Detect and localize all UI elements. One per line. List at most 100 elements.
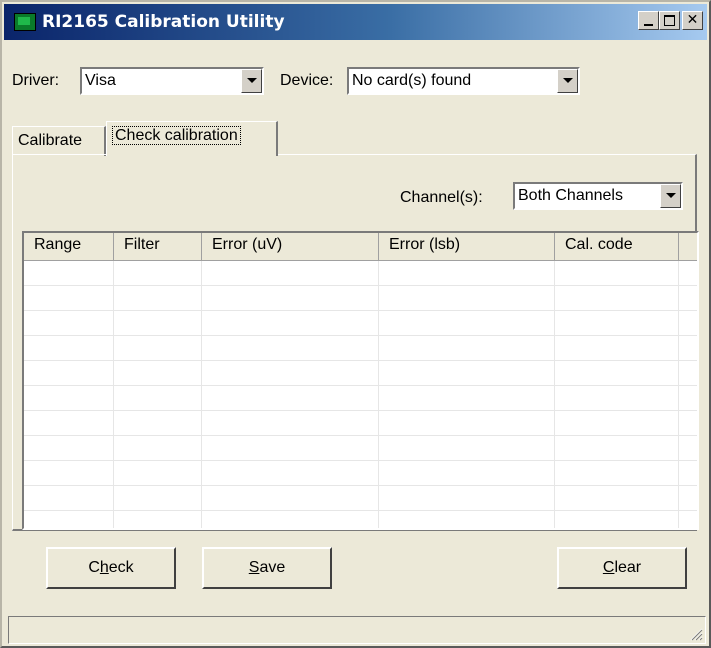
table-cell[interactable] (202, 511, 379, 528)
table-cell[interactable] (555, 411, 679, 436)
table-cell[interactable] (679, 436, 697, 461)
table-cell[interactable] (379, 411, 555, 436)
table-cell[interactable] (202, 261, 379, 286)
table-cell[interactable] (202, 436, 379, 461)
dropdown-arrow-icon[interactable] (660, 184, 681, 208)
table-cell[interactable] (24, 511, 114, 528)
table-cell[interactable] (202, 311, 379, 336)
table-cell[interactable] (24, 286, 114, 311)
table-cell[interactable] (555, 461, 679, 486)
table-cell[interactable] (379, 461, 555, 486)
table-cell[interactable] (555, 511, 679, 528)
table-cell[interactable] (114, 461, 202, 486)
close-button[interactable]: ✕ (682, 11, 703, 30)
column-header-error-uv[interactable]: Error (uV) (202, 233, 379, 261)
save-button-label-post: ave (259, 559, 286, 576)
table-cell[interactable] (114, 511, 202, 528)
table-cell[interactable] (379, 386, 555, 411)
table-cell[interactable] (24, 461, 114, 486)
minimize-button[interactable] (638, 11, 659, 30)
table-row[interactable] (24, 261, 697, 286)
table-cell[interactable] (379, 311, 555, 336)
table-cell[interactable] (202, 461, 379, 486)
table-cell[interactable] (555, 286, 679, 311)
table-cell[interactable] (114, 411, 202, 436)
table-cell[interactable] (114, 386, 202, 411)
table-cell[interactable] (24, 311, 114, 336)
table-cell[interactable] (679, 511, 697, 528)
table-cell[interactable] (114, 361, 202, 386)
table-row[interactable] (24, 486, 697, 511)
table-cell[interactable] (24, 261, 114, 286)
table-row[interactable] (24, 411, 697, 436)
table-cell[interactable] (555, 336, 679, 361)
table-cell[interactable] (379, 336, 555, 361)
table-cell[interactable] (379, 361, 555, 386)
table-row[interactable] (24, 286, 697, 311)
table-cell[interactable] (114, 336, 202, 361)
table-cell[interactable] (114, 261, 202, 286)
table-row[interactable] (24, 436, 697, 461)
dropdown-arrow-icon[interactable] (241, 69, 262, 93)
table-cell[interactable] (555, 361, 679, 386)
table-cell[interactable] (24, 436, 114, 461)
clear-button[interactable]: Clear (557, 547, 687, 589)
table-cell[interactable] (679, 386, 697, 411)
table-cell[interactable] (679, 486, 697, 511)
table-cell[interactable] (679, 286, 697, 311)
table-cell[interactable] (24, 361, 114, 386)
check-button[interactable]: Check (46, 547, 176, 589)
column-header-error-lsb[interactable]: Error (lsb) (379, 233, 555, 261)
table-cell[interactable] (679, 411, 697, 436)
table-cell[interactable] (679, 361, 697, 386)
dropdown-arrow-icon[interactable] (557, 69, 578, 93)
table-cell[interactable] (202, 336, 379, 361)
table-cell[interactable] (555, 436, 679, 461)
table-cell[interactable] (24, 486, 114, 511)
table-cell[interactable] (555, 386, 679, 411)
table-cell[interactable] (379, 286, 555, 311)
table-cell[interactable] (679, 336, 697, 361)
table-cell[interactable] (555, 311, 679, 336)
table-cell[interactable] (379, 486, 555, 511)
table-row[interactable] (24, 311, 697, 336)
table-cell[interactable] (379, 511, 555, 528)
title-bar[interactable]: RI2165 Calibration Utility ✕ (4, 4, 707, 40)
table-cell[interactable] (114, 486, 202, 511)
channel-select[interactable]: Both Channels (513, 182, 683, 210)
column-header-filter[interactable]: Filter (114, 233, 202, 261)
table-cell[interactable] (379, 436, 555, 461)
driver-select[interactable]: Visa (80, 67, 264, 95)
maximize-button[interactable] (659, 11, 680, 30)
table-cell[interactable] (114, 436, 202, 461)
table-cell[interactable] (24, 386, 114, 411)
table-cell[interactable] (24, 411, 114, 436)
results-table[interactable]: Range Filter Error (uV) Error (lsb) Cal.… (22, 231, 699, 530)
table-cell[interactable] (202, 486, 379, 511)
device-select[interactable]: No card(s) found (347, 67, 580, 95)
table-row[interactable] (24, 336, 697, 361)
table-cell[interactable] (679, 461, 697, 486)
table-cell[interactable] (679, 261, 697, 286)
table-cell[interactable] (202, 411, 379, 436)
table-cell[interactable] (379, 261, 555, 286)
save-button[interactable]: Save (202, 547, 332, 589)
table-cell[interactable] (202, 361, 379, 386)
column-header-range[interactable]: Range (24, 233, 114, 261)
table-cell[interactable] (555, 486, 679, 511)
table-cell[interactable] (114, 311, 202, 336)
table-row[interactable] (24, 361, 697, 386)
table-cell[interactable] (202, 386, 379, 411)
tab-calibrate[interactable]: Calibrate (12, 126, 106, 156)
resize-grip-icon[interactable] (689, 627, 703, 641)
table-cell[interactable] (555, 261, 679, 286)
table-cell[interactable] (24, 336, 114, 361)
column-header-cal-code[interactable]: Cal. code (555, 233, 679, 261)
table-row[interactable] (24, 511, 697, 528)
table-row[interactable] (24, 461, 697, 486)
table-row[interactable] (24, 386, 697, 411)
table-cell[interactable] (202, 286, 379, 311)
table-cell[interactable] (114, 286, 202, 311)
table-cell[interactable] (679, 311, 697, 336)
tab-check-calibration[interactable]: Check calibration (106, 121, 278, 156)
